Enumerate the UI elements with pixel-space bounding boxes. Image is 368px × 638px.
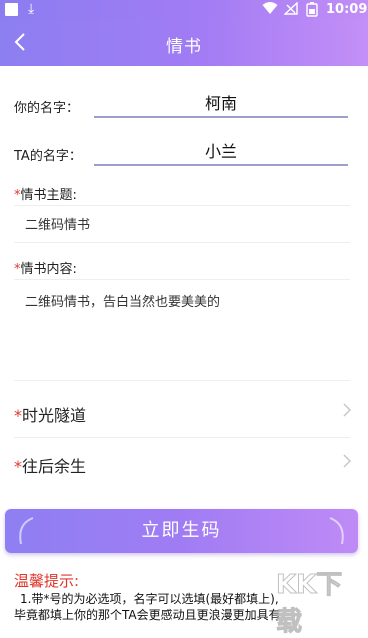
page-title: 情书	[166, 37, 202, 57]
ta-name-row: TA的名字： 小兰	[14, 136, 354, 168]
required-mark: *	[14, 406, 22, 425]
wifi-icon	[262, 2, 278, 14]
chevron-right-icon	[343, 454, 352, 468]
status-bar: ⤓ 10:09	[0, 0, 368, 20]
time-tunnel-label-wrap: *时光隧道	[14, 402, 86, 426]
ta-name-input[interactable]: 小兰	[94, 138, 348, 166]
status-time: 10:09	[326, 2, 368, 17]
chevron-right-icon	[343, 403, 352, 417]
content-label: 情书内容:	[20, 262, 77, 277]
subject-input[interactable]: 二维码情书	[14, 205, 350, 243]
decorative-swirl-icon	[329, 517, 344, 545]
generate-button-label: 立即生码	[141, 520, 222, 541]
your-name-input[interactable]: 柯南	[94, 90, 348, 118]
your-name-row: 你的名字： 柯南	[14, 88, 354, 120]
nav-bar: 情书	[0, 20, 368, 66]
signal-icon	[284, 2, 298, 15]
your-name-label: 你的名字：	[14, 101, 80, 116]
content-textarea[interactable]: 二维码情书，告白当然也要美美的	[14, 279, 350, 381]
battery-icon	[306, 2, 318, 17]
future-life-label-wrap: *往后余生	[14, 453, 86, 477]
divider	[14, 437, 350, 438]
time-tunnel-row[interactable]: *时光隧道	[14, 390, 354, 434]
notification-square-icon	[5, 3, 18, 16]
required-mark: *	[14, 457, 22, 476]
watermark: KK下载	[276, 570, 343, 638]
generate-code-button[interactable]: 立即生码	[5, 509, 358, 553]
tips-title: 温馨提示:	[14, 572, 80, 590]
ta-name-label: TA的名字：	[14, 149, 82, 164]
future-life-label: 往后余生	[22, 457, 87, 476]
future-life-row[interactable]: *往后余生	[14, 441, 354, 485]
content-label-row: *情书内容:	[14, 258, 77, 277]
subject-label-row: *情书主题:	[14, 184, 77, 203]
decorative-swirl-icon	[19, 517, 34, 545]
time-tunnel-label: 时光隧道	[22, 406, 87, 425]
subject-label: 情书主题:	[20, 188, 77, 203]
download-icon: ⤓	[28, 1, 35, 17]
